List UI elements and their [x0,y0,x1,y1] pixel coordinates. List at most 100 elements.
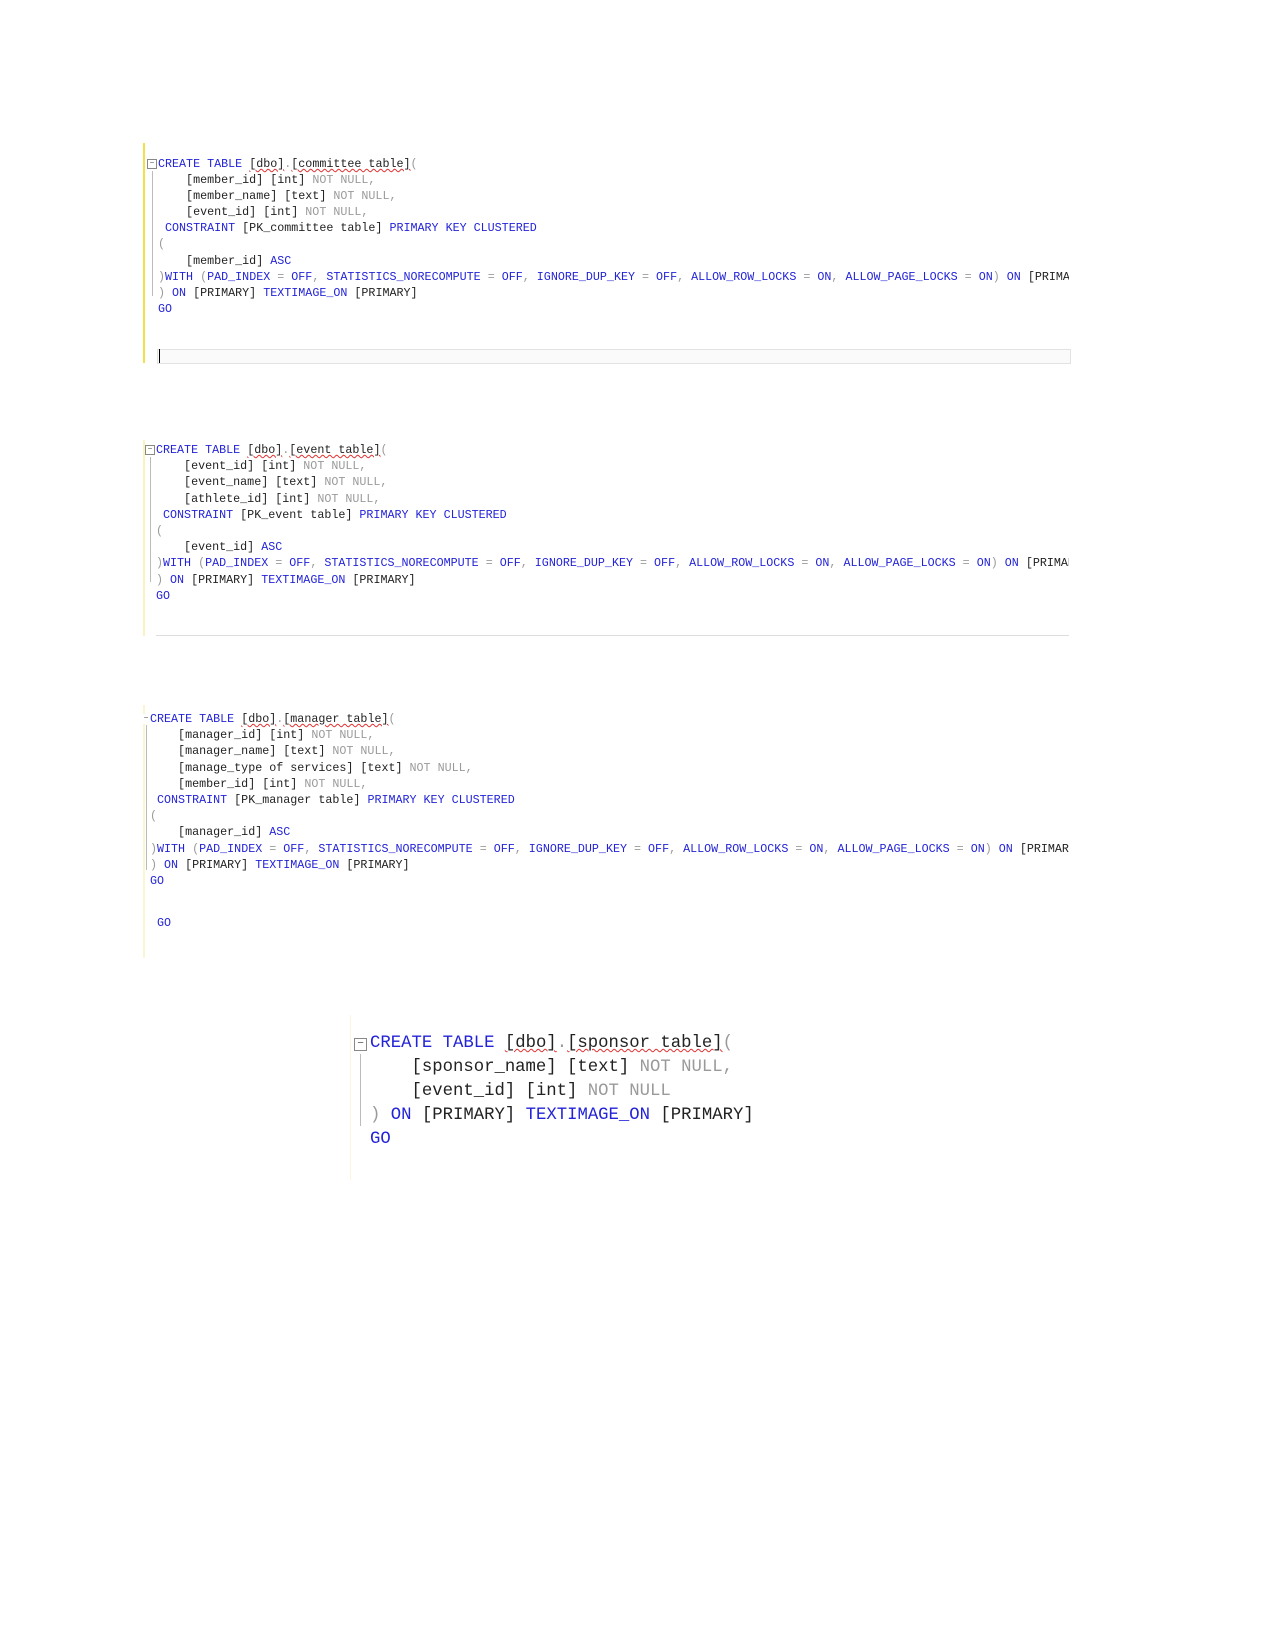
code-line: ( [150,808,1069,824]
sql-operator: ) [984,841,999,856]
code-sponsor-table: CREATE TABLE [dbo].[sponsor table]( [spo… [370,1032,1070,1152]
sql-identifier: [PRIMARY] [354,285,418,300]
sql-operator: , [669,841,684,856]
sql-identifier: [member_id] [int] [150,776,305,791]
sql-keyword: ALLOW_ROW_LOCKS [683,841,796,856]
sql-operator: , [831,269,846,284]
sql-identifier: [member_name] [text] [158,189,334,204]
sql-operator: = [269,841,284,856]
sql-operator: NOT NULL, [303,459,367,474]
code-line: [member_name] [text] NOT NULL, [158,188,1069,204]
sql-operator: NOT NULL, [324,475,388,490]
collapse-icon[interactable]: − [147,159,157,169]
text-caret [159,349,160,363]
sql-operator: = [487,269,502,284]
sql-keyword: OFF [648,841,670,856]
sql-keyword: CREATE TABLE [370,1034,505,1053]
sql-operator: ( [150,809,158,824]
code-line: [sponsor_name] [text] NOT NULL, [370,1056,1070,1080]
sql-keyword: CREATE TABLE [150,712,242,726]
code-line: [manager_id] ASC [150,824,1069,840]
code-line: [athlete_id] [int] NOT NULL, [156,491,1069,507]
sql-operator: ( [380,443,388,457]
code-line: CREATE TABLE [dbo].[manager table]( [150,711,1069,727]
sql-operator: ( [410,157,418,171]
sql-identifier: [dbo] [247,443,283,457]
code-line: ) ON [PRIMARY] TEXTIMAGE_ON [PRIMARY] [370,1104,1070,1128]
sql-operator: ) [156,572,171,587]
sql-operator: NOT NULL, [317,491,381,506]
sql-identifier: [PRIMARY] [352,572,416,587]
sql-identifier: [PRIMARY] [1025,556,1069,571]
code-line: ) ON [PRIMARY] TEXTIMAGE_ON [PRIMARY] [158,285,1069,301]
sql-keyword: GO [150,916,172,930]
sql-keyword: ASC [261,540,283,555]
sql-operator: ) [990,556,1005,571]
sql-operator: = [964,269,979,284]
sql-keyword: STATISTICS_NORECOMPUTE [324,556,486,571]
sql-identifier: [event_id] [int] [158,205,306,220]
sql-identifier: [member_id] [int] [158,173,313,188]
sql-keyword: ASC [270,253,292,268]
sql-keyword: WITH [157,841,193,856]
sql-operator: ( [388,712,396,726]
sql-operator: , [829,556,844,571]
code-manager-table: CREATE TABLE [dbo].[manager table]( [man… [150,711,1069,889]
sql-operator: = [956,841,971,856]
sql-operator: , [675,556,690,571]
sql-keyword: IGNORE_DUP_KEY [534,556,641,571]
sql-operator: NOT NULL, [312,173,376,188]
sql-operator: NOT NULL, [333,189,397,204]
outline-line [150,457,151,582]
sql-operator: ) [992,269,1007,284]
collapse-icon[interactable]: − [354,1038,367,1051]
outline-line [360,1054,361,1126]
sql-identifier: [PRIMARY] [1027,269,1069,284]
sql-operator: NOT NULL [587,1082,671,1101]
sql-keyword: ON [976,556,991,571]
change-bar [143,143,145,363]
sql-keyword: OFF [656,269,678,284]
current-line-highlight[interactable] [157,349,1071,364]
code-line: CONSTRAINT [PK_manager table] PRIMARY KE… [150,792,1069,808]
outline-line [146,725,147,870]
code-committee-table: CREATE TABLE [dbo].[committee table]( [m… [158,156,1069,317]
sql-operator: , [312,269,327,284]
sql-keyword: CREATE TABLE [156,443,248,457]
code-line: )WITH (PAD_INDEX = OFF, STATISTICS_NOREC… [156,555,1069,571]
sql-identifier: [manager table] [283,712,389,726]
sql-keyword: CREATE TABLE [158,157,250,171]
code-line: ( [156,523,1069,539]
sql-operator: = [277,269,292,284]
sql-operator: NOT NULL, [332,744,396,759]
sql-keyword: ALLOW_ROW_LOCKS [689,556,802,571]
sql-operator: ( [156,524,164,539]
sql-identifier: [PK_committee table] [242,221,390,236]
sql-identifier: [athlete_id] [int] [156,491,318,506]
sql-keyword: IGNORE_DUP_KEY [536,269,643,284]
code-line: ) ON [PRIMARY] TEXTIMAGE_ON [PRIMARY] [150,857,1069,873]
sql-identifier: [sponsor table] [567,1034,723,1053]
change-bar [143,705,145,958]
sql-operator: NOT NULL, [311,728,375,743]
code-line: CREATE TABLE [dbo].[committee table]( [158,156,1069,172]
sql-identifier: [manage_type of services] [text] [150,760,410,775]
sql-keyword: ALLOW_PAGE_LOCKS [837,841,957,856]
sql-keyword: TEXTIMAGE_ON [255,857,347,872]
sql-operator: ) [150,857,165,872]
sql-keyword: ON [817,269,832,284]
sql-operator: NOT NULL, [305,205,369,220]
sql-keyword: TEXTIMAGE_ON [261,572,353,587]
code-line: [event_id] ASC [156,539,1069,555]
sql-operator: = [642,269,657,284]
code-line: GO [156,588,1069,604]
sql-operator: = [801,556,816,571]
sql-operator: . [556,1034,568,1053]
sql-identifier: [manager_name] [text] [150,744,333,759]
collapse-icon[interactable]: − [145,445,155,455]
sql-keyword: GO [156,588,171,603]
sql-operator: NOT NULL, [639,1058,733,1077]
sql-keyword: TEXTIMAGE_ON [525,1106,661,1125]
sql-keyword: PAD_INDEX [199,841,270,856]
sql-identifier: [PRIMARY] [1019,841,1069,856]
